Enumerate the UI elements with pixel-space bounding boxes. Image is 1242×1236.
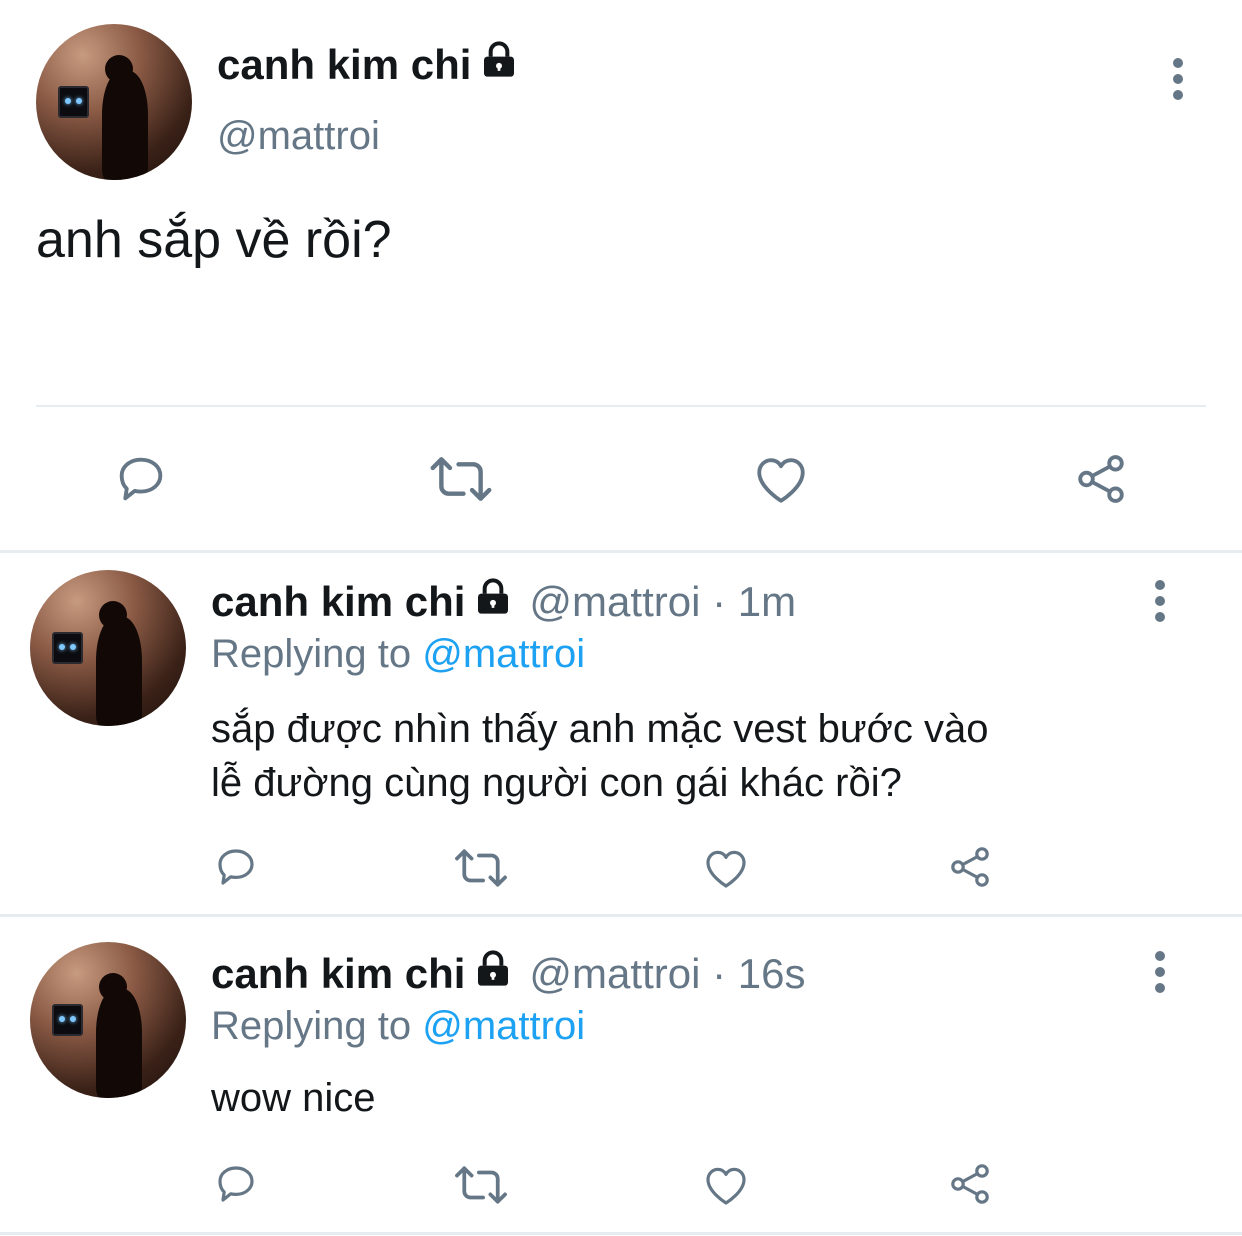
like-icon[interactable]	[752, 452, 810, 506]
replying-label: Replying to	[211, 1004, 412, 1048]
divider	[0, 1232, 1242, 1235]
separator: ·	[712, 578, 727, 625]
display-name[interactable]: canh kim chi	[217, 40, 519, 90]
avatar[interactable]	[36, 24, 192, 180]
timestamp[interactable]: 16s	[738, 950, 806, 997]
like-icon[interactable]	[702, 1162, 750, 1208]
display-name[interactable]: canh kim chi	[211, 950, 465, 998]
divider	[36, 405, 1206, 407]
more-icon[interactable]	[1155, 951, 1167, 999]
tweet-text-line: sắp được nhìn thấy anh mặc vest bước vào	[211, 707, 989, 751]
retweet-icon[interactable]	[453, 845, 509, 891]
replying-label: Replying to	[211, 632, 412, 676]
lock-icon	[479, 40, 519, 90]
retweet-icon[interactable]	[453, 1162, 509, 1208]
reply-header: canh kim chi @mattroi · 16s	[211, 949, 805, 999]
replying-to: Replying to @mattroi	[211, 1004, 585, 1049]
tweet-text-line: lễ đường cùng người con gái khác rồi?	[211, 761, 902, 805]
avatar[interactable]	[30, 942, 186, 1098]
reply-icon[interactable]	[112, 450, 170, 508]
avatar[interactable]	[30, 570, 186, 726]
reply-icon[interactable]	[212, 1160, 260, 1208]
tweet-text: anh sắp về rồi?	[36, 211, 392, 269]
lock-icon	[473, 949, 513, 999]
mention-link[interactable]: @mattroi	[422, 632, 585, 676]
replying-to: Replying to @mattroi	[211, 632, 585, 677]
reply-header: canh kim chi @mattroi · 1m	[211, 577, 796, 627]
display-name-text: canh kim chi	[217, 41, 472, 88]
separator: ·	[712, 950, 727, 997]
handle[interactable]: @mattroi	[529, 950, 700, 997]
tweet-text: wow nice	[211, 1076, 376, 1120]
divider	[0, 550, 1242, 553]
like-icon[interactable]	[702, 845, 750, 891]
handle[interactable]: @mattroi	[529, 578, 700, 625]
display-name[interactable]: canh kim chi	[211, 578, 465, 626]
share-icon[interactable]	[946, 843, 994, 891]
share-icon[interactable]	[946, 1160, 994, 1208]
more-icon[interactable]	[1173, 58, 1185, 106]
tweet-text: sắp được nhìn thấy anh mặc vest bước vào…	[211, 702, 989, 810]
divider	[0, 914, 1242, 917]
handle[interactable]: @mattroi	[217, 114, 380, 159]
retweet-icon[interactable]	[428, 452, 494, 506]
mention-link[interactable]: @mattroi	[422, 1004, 585, 1048]
lock-icon	[473, 577, 513, 627]
timestamp[interactable]: 1m	[738, 578, 796, 625]
more-icon[interactable]	[1155, 580, 1167, 628]
reply-icon[interactable]	[212, 843, 260, 891]
share-icon[interactable]	[1072, 450, 1130, 508]
